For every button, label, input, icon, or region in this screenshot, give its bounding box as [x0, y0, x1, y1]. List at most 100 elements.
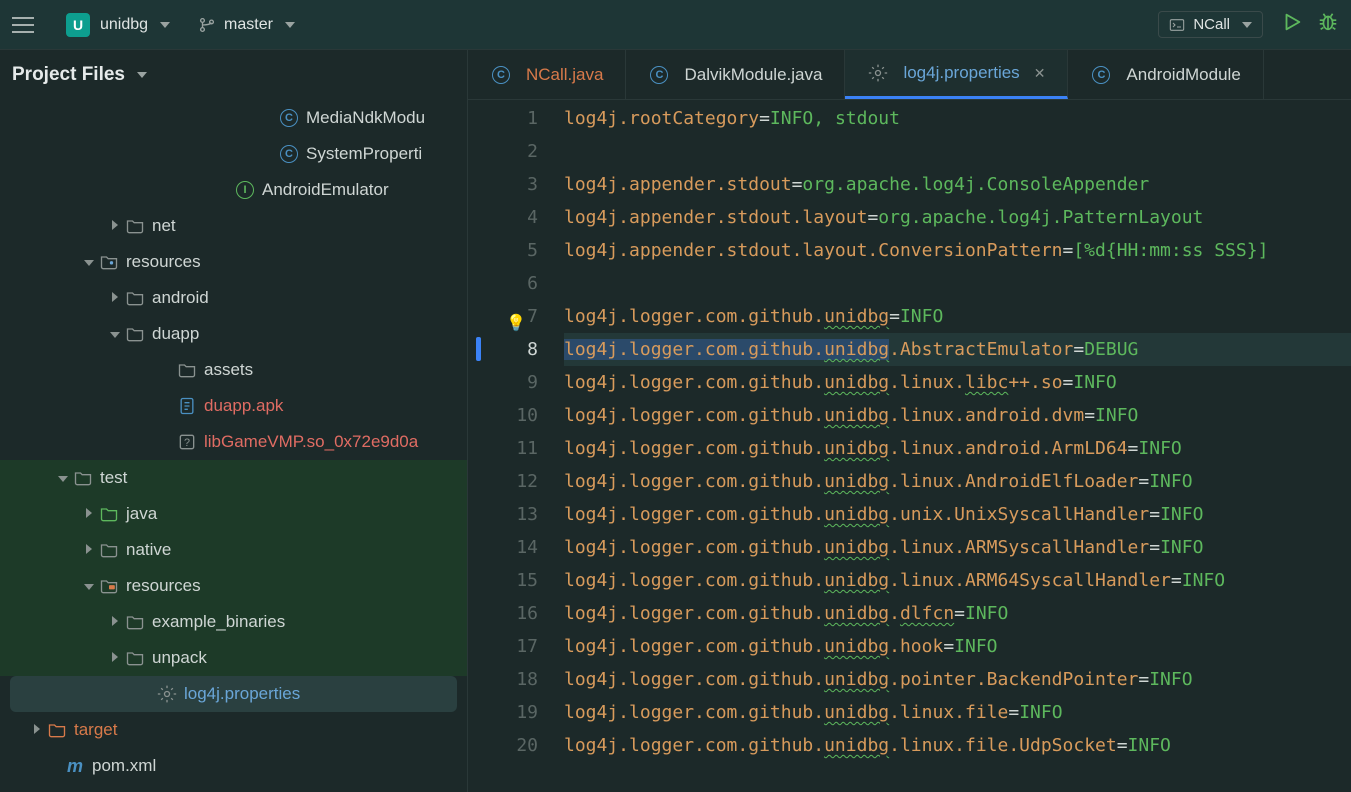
code-line[interactable]: log4j.logger.com.github.unidbg.AbstractE…	[564, 333, 1351, 366]
folder-icon	[124, 648, 146, 668]
folder-icon	[72, 468, 94, 488]
tree-item[interactable]: assets	[0, 352, 467, 388]
code-line[interactable]: log4j.logger.com.github.unidbg.linux.fil…	[564, 696, 1351, 729]
folder-icon	[176, 360, 198, 380]
code-editor[interactable]: 1234567💡891011121314151617181920 log4j.r…	[468, 100, 1351, 792]
tree-item-label: unpack	[152, 648, 207, 668]
code-line[interactable]: log4j.rootCategory=INFO, stdout	[564, 102, 1351, 135]
sidebar-header[interactable]: Project Files	[0, 50, 467, 100]
tree-item-label: target	[74, 720, 117, 740]
menu-icon[interactable]	[12, 13, 36, 37]
code-line[interactable]: log4j.logger.com.github.unidbg.linux.and…	[564, 399, 1351, 432]
code-line[interactable]: log4j.logger.com.github.unidbg.unix.Unix…	[564, 498, 1351, 531]
editor-tab[interactable]: C NCall.java	[468, 50, 626, 99]
twist-icon[interactable]	[80, 543, 98, 557]
close-icon[interactable]: ✕	[1034, 65, 1046, 82]
project-name: unidbg	[100, 16, 148, 34]
twist-icon[interactable]	[80, 255, 98, 269]
circle-c-icon: C	[1090, 66, 1112, 84]
tree-item[interactable]: java	[0, 496, 467, 532]
branch-name: master	[224, 16, 273, 34]
code-line[interactable]: log4j.appender.stdout=org.apache.log4j.C…	[564, 168, 1351, 201]
code-line[interactable]: log4j.logger.com.github.unidbg.linux.fil…	[564, 729, 1351, 762]
tab-label: NCall.java	[526, 65, 603, 85]
editor-tab[interactable]: log4j.properties ✕	[845, 50, 1068, 99]
code-line[interactable]	[564, 135, 1351, 168]
tree-item[interactable]: log4j.properties	[10, 676, 457, 712]
tree-item[interactable]: IAndroidEmulator	[0, 172, 467, 208]
twist-icon[interactable]	[28, 723, 46, 737]
folder-icon	[124, 216, 146, 236]
folder-green-icon	[98, 504, 120, 524]
run-button[interactable]	[1281, 11, 1303, 39]
run-config-selector[interactable]: NCall	[1158, 11, 1263, 38]
sidebar-title: Project Files	[12, 64, 125, 86]
tree-item-label: resources	[126, 252, 201, 272]
twist-icon[interactable]	[80, 579, 98, 593]
folder-icon	[124, 612, 146, 632]
tree-item[interactable]: test	[0, 460, 467, 496]
code-line[interactable]: log4j.appender.stdout.layout.ConversionP…	[564, 234, 1351, 267]
tab-label: AndroidModule	[1126, 65, 1240, 85]
code-line[interactable]: log4j.logger.com.github.unidbg.hook=INFO	[564, 630, 1351, 663]
apk-icon	[176, 396, 198, 416]
twist-icon[interactable]	[106, 291, 124, 305]
code-line[interactable]: log4j.logger.com.github.unidbg.linux.ARM…	[564, 564, 1351, 597]
tree-item[interactable]: ?libGameVMP.so_0x72e9d0a	[0, 424, 467, 460]
branch-selector[interactable]: master	[198, 16, 295, 34]
code-line[interactable]: log4j.logger.com.github.unidbg.linux.and…	[564, 432, 1351, 465]
chevron-down-icon	[137, 72, 147, 78]
tree-item-label: resources	[126, 576, 201, 596]
tree-item[interactable]: duapp	[0, 316, 467, 352]
chevron-down-icon	[1242, 22, 1252, 28]
tree-item[interactable]: target	[0, 712, 467, 748]
code-line[interactable]: log4j.logger.com.github.unidbg.linux.And…	[564, 465, 1351, 498]
run-config-name: NCall	[1193, 16, 1230, 33]
folder-dot-icon	[98, 252, 120, 272]
tree-item[interactable]: CMediaNdkModu	[0, 100, 467, 136]
code-line[interactable]: log4j.logger.com.github.unidbg.linux.ARM…	[564, 531, 1351, 564]
tree-item[interactable]: resources	[0, 568, 467, 604]
tree-item[interactable]: example_binaries	[0, 604, 467, 640]
tree-item[interactable]: C SystemProperti	[0, 136, 467, 172]
twist-icon[interactable]	[80, 507, 98, 521]
editor-tab[interactable]: C AndroidModule	[1068, 50, 1263, 99]
project-icon[interactable]: U	[66, 13, 90, 37]
twist-icon[interactable]	[106, 615, 124, 629]
tree-item[interactable]: duapp.apk	[0, 388, 467, 424]
project-tree[interactable]: CMediaNdkModuCSystemPropertiIAndroidEmul…	[0, 100, 467, 792]
q-icon: ?	[176, 432, 198, 452]
folder-orange-icon	[46, 720, 68, 740]
twist-icon[interactable]	[106, 327, 124, 341]
branch-icon	[198, 16, 216, 34]
tree-item[interactable]: unpack	[0, 640, 467, 676]
twist-icon[interactable]	[106, 651, 124, 665]
tree-item[interactable]: android	[0, 280, 467, 316]
project-selector[interactable]: unidbg	[100, 16, 170, 34]
circle-i-icon: I	[234, 181, 256, 199]
tree-item[interactable]: native	[0, 532, 467, 568]
code-line[interactable]: log4j.appender.stdout.layout=org.apache.…	[564, 201, 1351, 234]
tree-item[interactable]: net	[0, 208, 467, 244]
twist-icon[interactable]	[106, 219, 124, 233]
code-line[interactable]: log4j.logger.com.github.unidbg.pointer.B…	[564, 663, 1351, 696]
m-icon: m	[64, 756, 86, 777]
circle-c-icon: C	[490, 66, 512, 84]
code-line[interactable]	[564, 267, 1351, 300]
tab-label: DalvikModule.java	[684, 65, 822, 85]
code-line[interactable]: log4j.logger.com.github.unidbg.linux.lib…	[564, 366, 1351, 399]
code-content[interactable]: log4j.rootCategory=INFO, stdout log4j.app…	[558, 100, 1351, 792]
tree-item[interactable]: mpom.xml	[0, 748, 467, 784]
debug-button[interactable]	[1317, 11, 1339, 39]
code-line[interactable]: log4j.logger.com.github.unidbg.dlfcn=INF…	[564, 597, 1351, 630]
circle-c-icon: C	[278, 145, 300, 163]
tree-item-label: assets	[204, 360, 253, 380]
editor-tab[interactable]: CDalvikModule.java	[626, 50, 845, 99]
circle-c-icon: C	[278, 109, 300, 127]
twist-icon[interactable]	[54, 471, 72, 485]
tree-item-label: example_binaries	[152, 612, 285, 632]
tree-item-label: SystemProperti	[306, 144, 422, 164]
tab-label: log4j.properties	[903, 63, 1019, 83]
code-line[interactable]: log4j.logger.com.github.unidbg=INFO	[564, 300, 1351, 333]
tree-item[interactable]: resources	[0, 244, 467, 280]
